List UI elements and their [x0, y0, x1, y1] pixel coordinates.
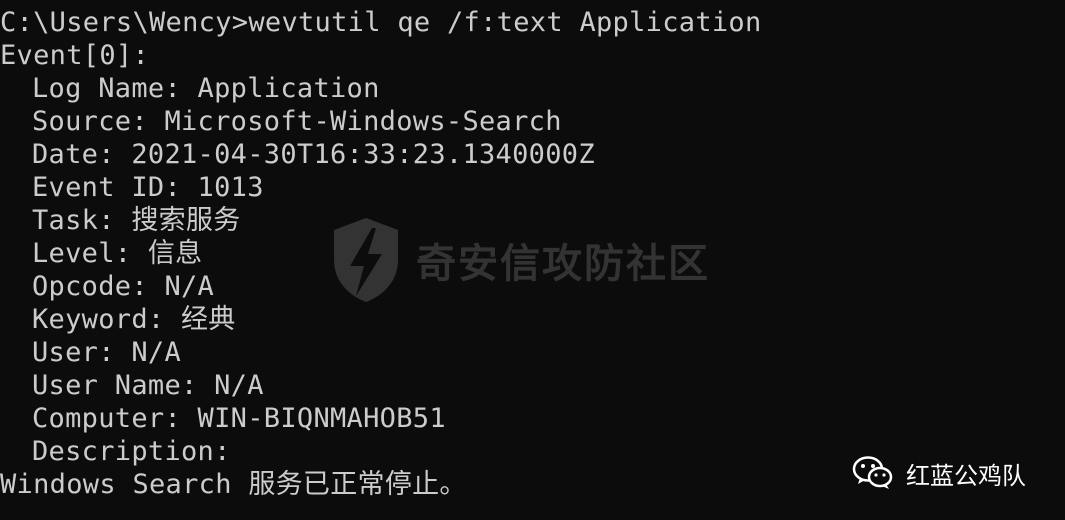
brand-tag: 红蓝公鸡队 — [852, 450, 1026, 496]
brand-text: 红蓝公鸡队 — [906, 461, 1026, 490]
computer-line: Computer: WIN-BIQNMAHOB51 — [32, 403, 446, 434]
source-line: Source: Microsoft-Windows-Search — [32, 106, 562, 137]
event-id-line: Event ID: 1013 — [32, 172, 264, 203]
keyword-line: Keyword: 经典 — [32, 304, 236, 335]
user-line: User: N/A — [32, 337, 181, 368]
command-line: C:\Users\Wency>wevtutil qe /f:text Appli… — [0, 7, 762, 38]
shield-lightning-icon — [334, 218, 398, 302]
watermark-text: 奇安信攻防社区 — [416, 241, 710, 287]
date-line: Date: 2021-04-30T16:33:23.1340000Z — [32, 139, 595, 170]
user-name-line: User Name: N/A — [32, 370, 264, 401]
wechat-icon — [852, 456, 893, 489]
log-name-line: Log Name: Application — [32, 73, 380, 104]
event-header: Event[0]: — [0, 40, 149, 71]
watermark: 奇安信攻防社区 — [330, 215, 710, 305]
